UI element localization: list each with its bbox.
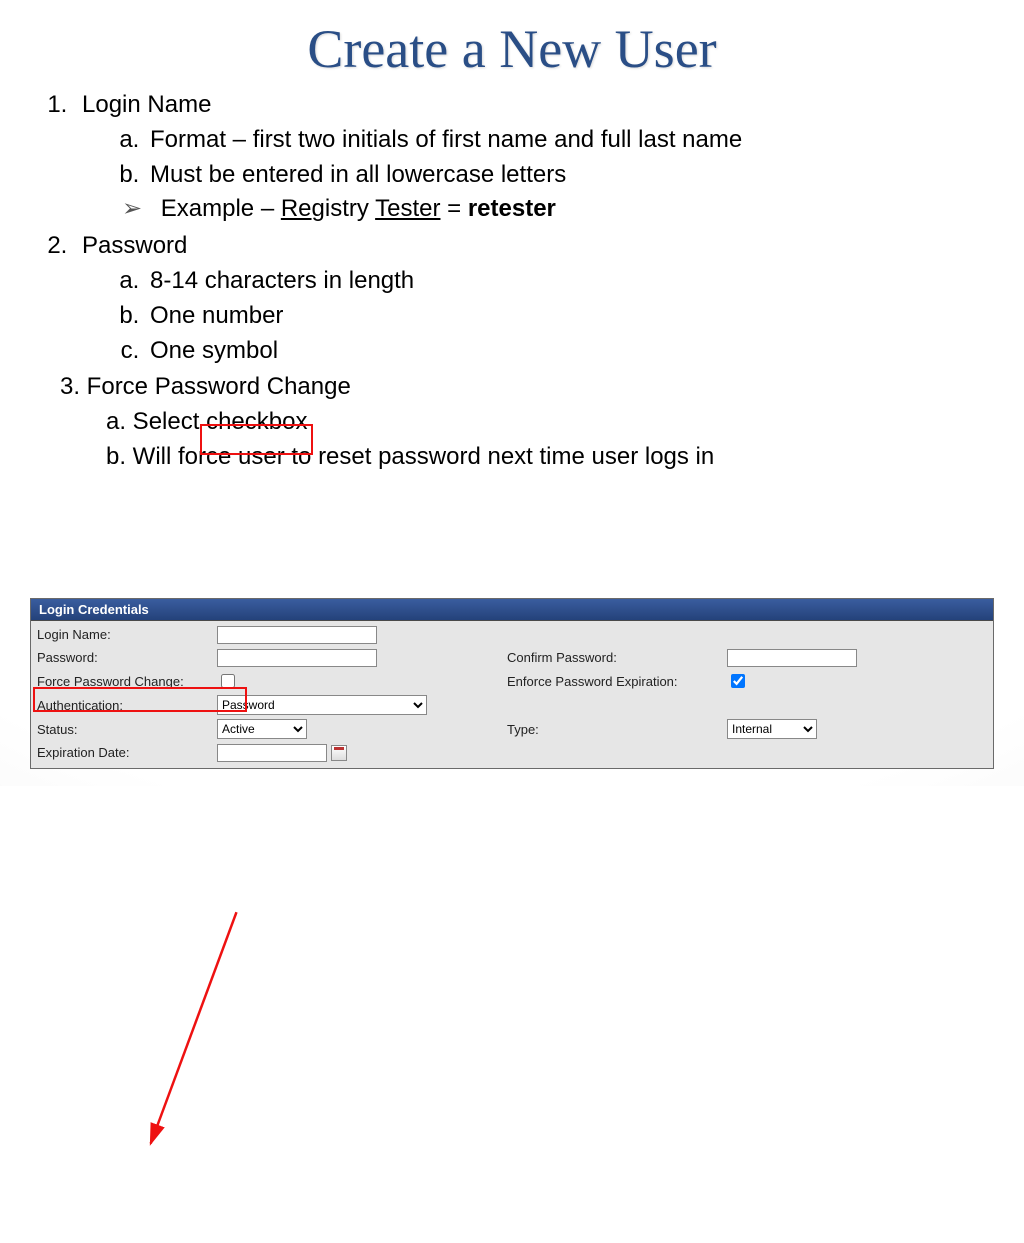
ex-u1: Re <box>281 195 312 222</box>
item2-label: Password <box>82 232 187 259</box>
ex-prefix: Example – <box>161 195 281 222</box>
item1a: Format – first two initials of first nam… <box>146 123 984 158</box>
status-select[interactable]: Active <box>217 719 307 739</box>
type-select[interactable]: Internal <box>727 719 817 739</box>
login-name-label: Login Name: <box>37 625 217 644</box>
force-pw-change-label: Force Password Change: <box>37 672 217 691</box>
password-input[interactable] <box>217 649 377 667</box>
arrow-annotation <box>0 475 1024 1243</box>
force-pw-change-checkbox[interactable] <box>221 674 235 688</box>
confirm-password-label: Confirm Password: <box>507 648 727 667</box>
item2b: One number <box>146 299 984 334</box>
item2c: One symbol <box>146 334 984 369</box>
panel-header: Login Credentials <box>31 599 993 621</box>
ex-mid2: = <box>440 195 467 222</box>
ex-mid1: gistry <box>312 195 376 222</box>
login-credentials-panel: Login Credentials Login Name: Password: … <box>30 598 994 769</box>
authentication-select[interactable]: Password <box>217 695 427 715</box>
instructions-block: Login Name Format – first two initials o… <box>30 88 984 475</box>
calendar-icon[interactable] <box>331 745 347 761</box>
password-label: Password: <box>37 648 217 667</box>
login-name-input[interactable] <box>217 626 377 644</box>
ex-u2: Tester <box>375 195 440 222</box>
item1b: Must be entered in all lowercase letters <box>146 158 984 193</box>
type-label: Type: <box>507 720 727 739</box>
item3a: a. Select checkbox <box>106 405 984 440</box>
authentication-label: Authentication: <box>37 696 217 715</box>
enforce-expiration-checkbox[interactable] <box>731 674 745 688</box>
item-login-name: Login Name Format – first two initials o… <box>74 88 984 227</box>
item2a: 8-14 characters in length <box>146 264 984 299</box>
item-password: Password 8-14 characters in length One n… <box>74 229 984 368</box>
item3a-checkbox-word: checkbox <box>206 408 307 435</box>
item1-label: Login Name <box>82 91 211 118</box>
expiration-date-input[interactable] <box>217 744 327 762</box>
ex-bold: retester <box>468 195 556 222</box>
expiration-date-label: Expiration Date: <box>37 743 217 762</box>
page-title: Create a New User <box>0 18 1024 80</box>
status-label: Status: <box>37 720 217 739</box>
enforce-expiration-label: Enforce Password Expiration: <box>507 672 727 691</box>
item-force-pw: 3. Force Password Change <box>60 370 984 405</box>
item1-example: Example – Registry Tester = retester <box>146 192 984 227</box>
item3a-prefix: a. Select <box>106 408 206 435</box>
item3b: b. Will force user to reset password nex… <box>106 440 984 475</box>
confirm-password-input[interactable] <box>727 649 857 667</box>
